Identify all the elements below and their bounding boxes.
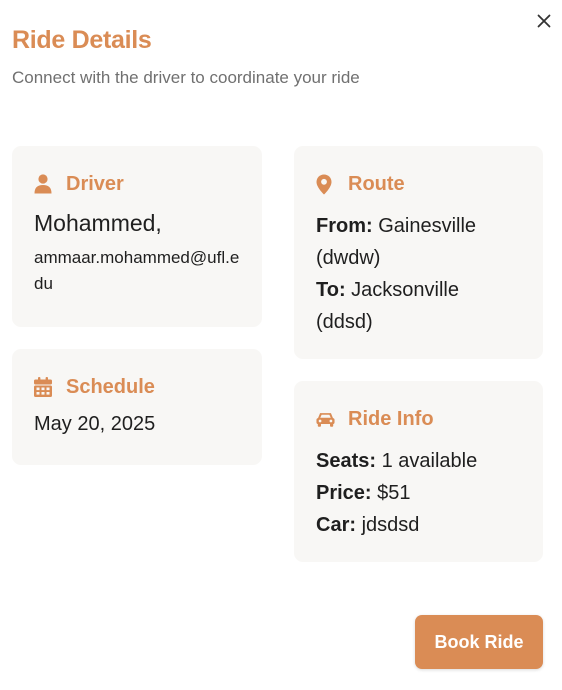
driver-heading: Driver bbox=[66, 172, 124, 195]
book-ride-button[interactable]: Book Ride bbox=[415, 615, 543, 669]
calendar-icon bbox=[34, 377, 53, 397]
ride-info-heading: Ride Info bbox=[348, 407, 434, 430]
route-from-label: From: bbox=[316, 215, 373, 237]
route-from: From: Gainesville (dwdw) bbox=[316, 210, 521, 274]
close-icon[interactable] bbox=[533, 10, 555, 32]
schedule-card-header: Schedule bbox=[34, 375, 240, 399]
route-to: To: Jacksonville (ddsd) bbox=[316, 274, 521, 338]
ride-info-card: Ride Info Seats: 1 available Price: $51 … bbox=[294, 381, 543, 562]
seats-label: Seats: bbox=[316, 450, 377, 472]
seats-value: 1 available bbox=[381, 450, 478, 472]
car-value: jdsdsd bbox=[361, 514, 420, 536]
ride-info-card-header: Ride Info bbox=[316, 407, 521, 431]
schedule-heading: Schedule bbox=[66, 375, 155, 398]
driver-email: ammaar.mohammed@ufl.edu bbox=[34, 248, 240, 293]
route-card-header: Route bbox=[316, 172, 521, 196]
car-icon bbox=[316, 409, 335, 429]
schedule-card: Schedule May 20, 2025 bbox=[12, 349, 262, 465]
dialog-title: Ride Details bbox=[12, 26, 152, 54]
driver-name: Mohammed, bbox=[34, 210, 162, 236]
driver-card: Driver Mohammed, ammaar.mohammed@ufl.edu bbox=[12, 146, 262, 327]
dialog-subtitle: Connect with the driver to coordinate yo… bbox=[12, 68, 360, 87]
user-icon bbox=[34, 174, 53, 194]
price-label: Price: bbox=[316, 482, 372, 504]
route-card: Route From: Gainesville (dwdw) To: Jacks… bbox=[294, 146, 543, 359]
price-value: $51 bbox=[377, 482, 411, 504]
map-pin-icon bbox=[316, 174, 335, 194]
car-row: Car: jdsdsd bbox=[316, 509, 521, 541]
route-to-label: To: bbox=[316, 279, 346, 301]
route-heading: Route bbox=[348, 172, 405, 195]
car-label: Car: bbox=[316, 514, 357, 536]
seats-row: Seats: 1 available bbox=[316, 445, 521, 477]
price-row: Price: $51 bbox=[316, 477, 521, 509]
ride-date: May 20, 2025 bbox=[34, 413, 156, 435]
driver-card-header: Driver bbox=[34, 172, 240, 196]
